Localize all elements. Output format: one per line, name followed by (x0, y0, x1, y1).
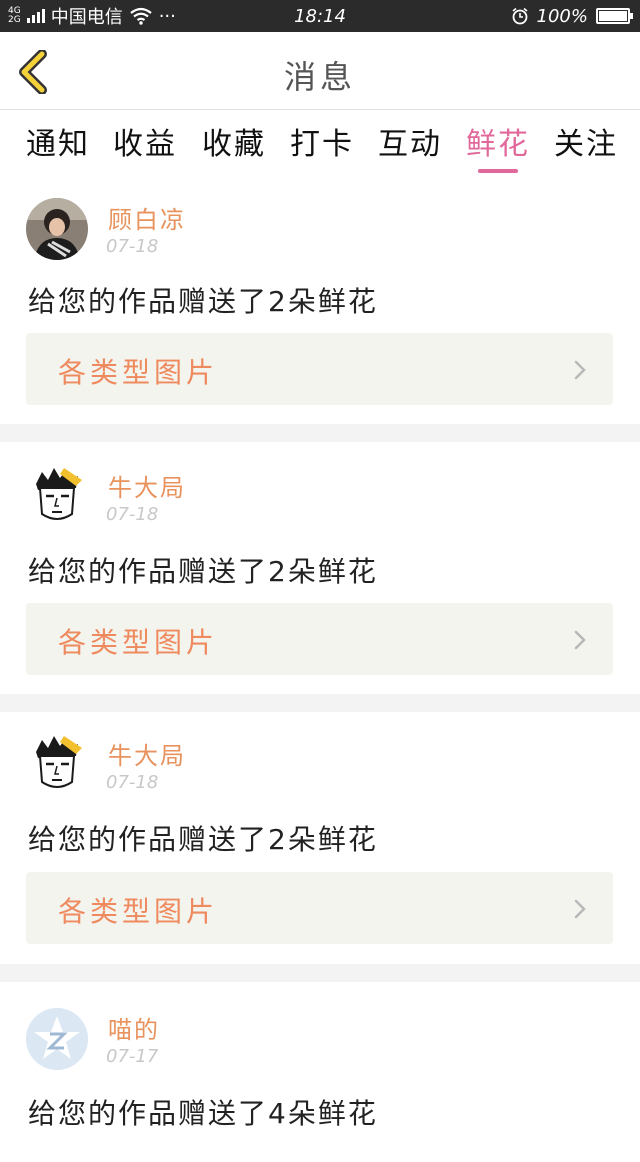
chevron-right-icon (574, 360, 586, 380)
message-list: 顾白凉 07-18 给您的作品赠送了2朵鲜花 各类型图片 牛大局 07-18 给… (0, 182, 640, 1162)
photo-avatar-icon (26, 198, 88, 260)
avatar[interactable] (26, 732, 88, 794)
message-text: 给您的作品赠送了2朵鲜花 (28, 285, 378, 318)
tab-notice[interactable]: 通知 (26, 119, 90, 169)
tab-flowers[interactable]: 鲜花 (466, 119, 530, 173)
chevron-right-icon (574, 630, 586, 650)
alarm-icon (512, 7, 528, 25)
avatar[interactable] (26, 464, 88, 526)
message-text: 给您的作品赠送了4朵鲜花 (28, 1097, 378, 1130)
divider (0, 964, 640, 982)
message-date: 07-18 (106, 236, 159, 257)
page-title: 消息 (283, 58, 356, 96)
tab-checkin[interactable]: 打卡 (290, 119, 354, 169)
active-tab-indicator (478, 169, 518, 173)
message-text: 给您的作品赠送了2朵鲜花 (28, 555, 378, 588)
battery-icon (596, 8, 633, 24)
tab-label: 互动 (378, 127, 442, 162)
category-tabs: 通知 收益 收藏 打卡 互动 鲜花 关注 (0, 111, 640, 173)
cartoon-face-avatar-icon (26, 732, 88, 794)
username[interactable]: 顾白凉 (108, 200, 186, 235)
divider (0, 694, 640, 712)
work-link-card[interactable]: 各类型图片 (26, 603, 613, 675)
tab-label: 通知 (26, 127, 90, 162)
battery-fill (599, 11, 627, 21)
battery-percent: 100% (536, 5, 588, 27)
avatar[interactable] (26, 198, 88, 260)
work-link-card[interactable]: 各类型图片 (26, 333, 613, 405)
tab-label: 关注 (554, 127, 618, 162)
nav-header: 消息 (0, 32, 640, 110)
default-star-avatar-icon (26, 1008, 88, 1070)
divider (0, 424, 640, 442)
tab-label: 打卡 (290, 127, 354, 162)
work-link-card[interactable]: 各类型图片 (26, 872, 613, 944)
work-title: 各类型图片 (58, 356, 219, 389)
tab-favorites[interactable]: 收藏 (202, 119, 266, 169)
work-title: 各类型图片 (58, 626, 219, 659)
message-date: 07-17 (106, 1046, 159, 1067)
username[interactable]: 牛大局 (108, 468, 186, 503)
list-item: 牛大局 07-18 给您的作品赠送了2朵鲜花 各类型图片 (0, 442, 640, 694)
username[interactable]: 牛大局 (108, 736, 186, 771)
tab-label: 收藏 (202, 127, 266, 162)
message-date: 07-18 (106, 504, 159, 525)
tab-follow[interactable]: 关注 (554, 119, 618, 169)
work-title: 各类型图片 (58, 895, 219, 928)
list-item: 顾白凉 07-18 给您的作品赠送了2朵鲜花 各类型图片 (0, 182, 640, 424)
chevron-right-icon (574, 899, 586, 919)
avatar[interactable] (26, 1008, 88, 1070)
tab-earnings[interactable]: 收益 (113, 119, 177, 169)
tab-label: 收益 (113, 127, 177, 162)
list-item: 喵的 07-17 给您的作品赠送了4朵鲜花 (0, 982, 640, 1162)
cartoon-face-avatar-icon (26, 464, 88, 526)
tab-label: 鲜花 (466, 127, 530, 162)
username[interactable]: 喵的 (108, 1010, 160, 1045)
tab-interaction[interactable]: 互动 (378, 119, 442, 169)
message-date: 07-18 (106, 772, 159, 793)
message-text: 给您的作品赠送了2朵鲜花 (28, 823, 378, 856)
list-item: 牛大局 07-18 给您的作品赠送了2朵鲜花 各类型图片 (0, 712, 640, 964)
status-bar: 4G 2G 中国电信 ··· 18:14 100% (0, 0, 640, 32)
